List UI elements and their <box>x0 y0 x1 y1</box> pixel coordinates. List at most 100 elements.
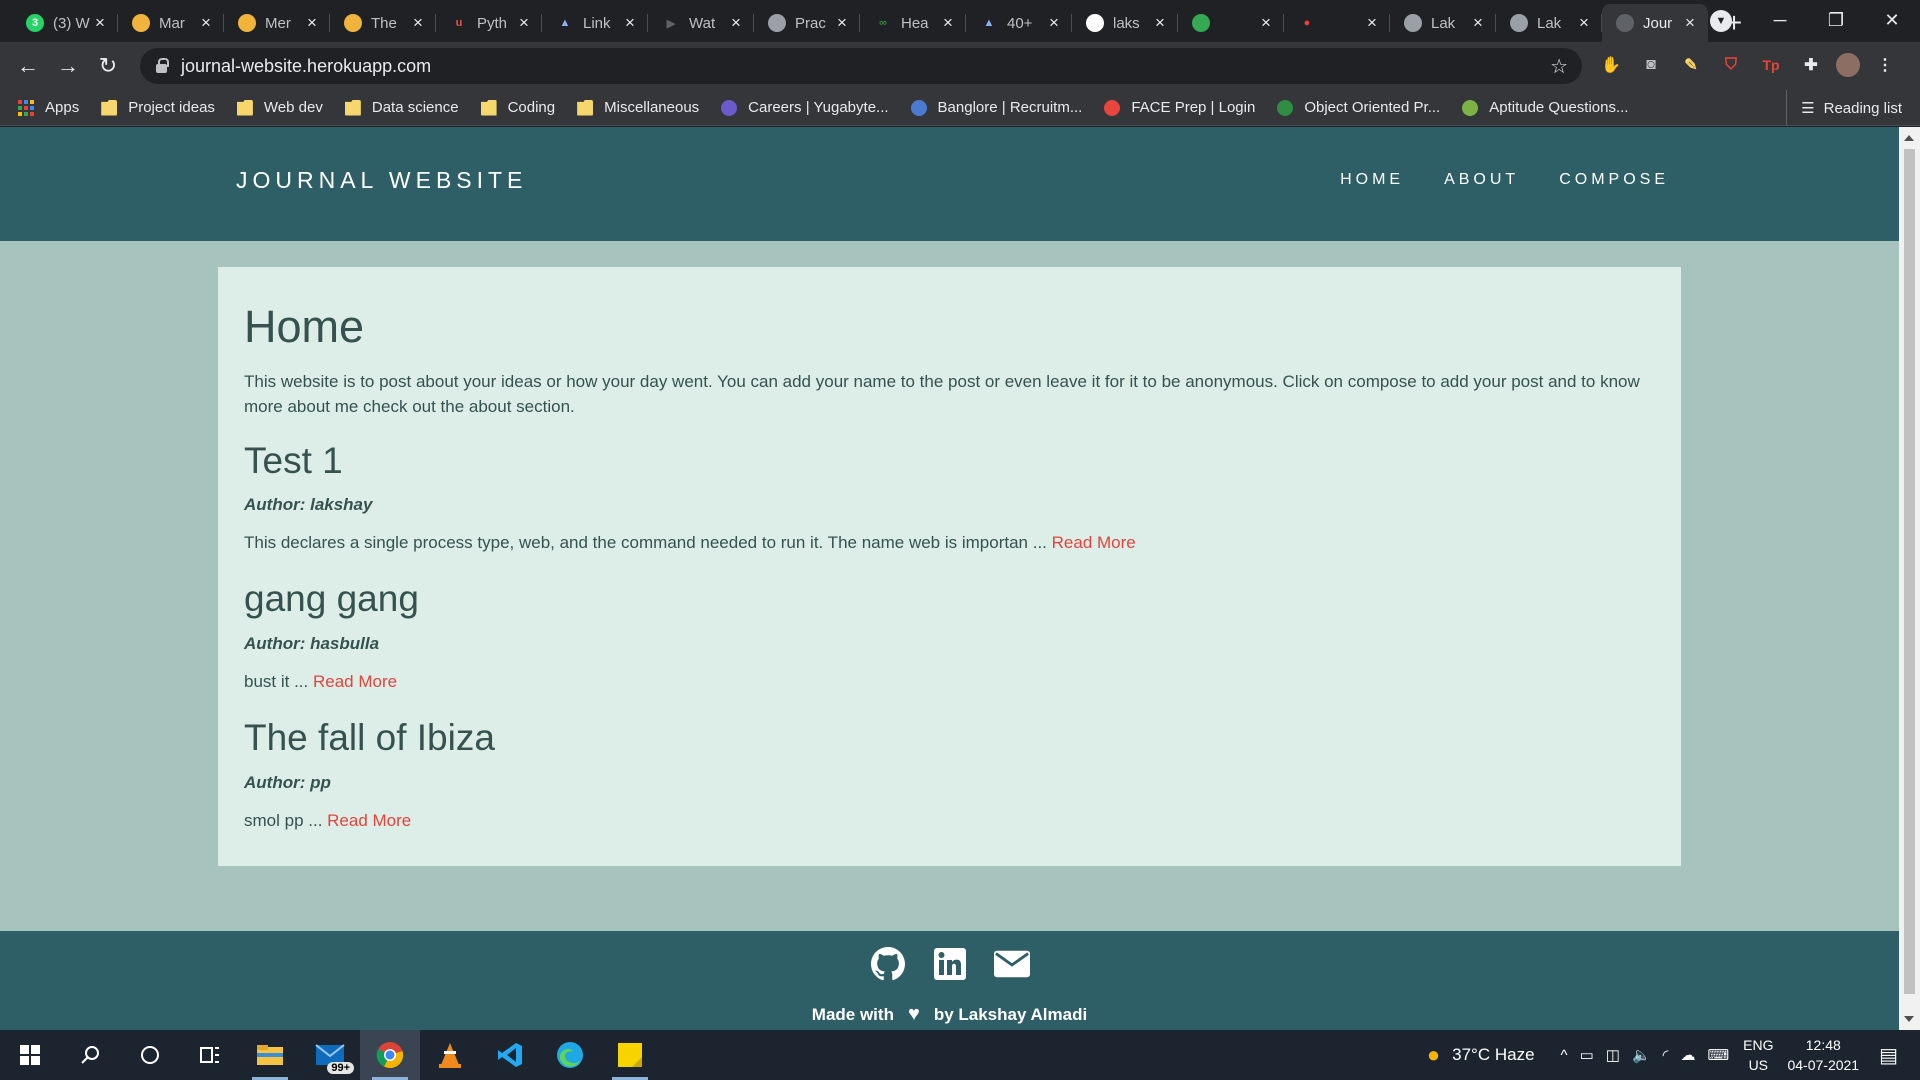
onedrive-cloud-icon[interactable]: ☁ <box>1680 1046 1695 1064</box>
highlighter-extension-icon[interactable]: ✎ <box>1676 50 1706 80</box>
edge-icon[interactable] <box>540 1030 600 1080</box>
weather-text[interactable]: 37°C Haze <box>1452 1045 1534 1065</box>
bookmark-item[interactable]: Miscellaneous <box>577 99 699 116</box>
bookmark-item[interactable]: Object Oriented Pr... <box>1277 99 1440 116</box>
bookmark-item[interactable]: Coding <box>480 99 555 116</box>
close-tab-icon[interactable]: × <box>834 13 850 33</box>
task-view-icon[interactable] <box>180 1030 240 1080</box>
scrollbar-thumb[interactable] <box>1904 149 1915 994</box>
nav-about-link[interactable]: ABOUT <box>1444 171 1519 189</box>
sticky-notes-icon[interactable] <box>600 1030 660 1080</box>
menu-kebab-icon[interactable]: ⋮ <box>1870 50 1900 80</box>
nav-compose-link[interactable]: COMPOSE <box>1559 171 1669 189</box>
tp-extension-icon[interactable]: Tp <box>1756 50 1786 80</box>
scroll-down-icon[interactable] <box>1904 1016 1914 1022</box>
browser-tab[interactable]: Lak × <box>1496 4 1602 42</box>
battery-icon[interactable]: ▭ <box>1580 1046 1594 1064</box>
mail-app-icon[interactable]: 99+ <box>300 1030 360 1080</box>
browser-tab[interactable]: Lak × <box>1390 4 1496 42</box>
weather-icon[interactable]: ● <box>1427 1042 1440 1068</box>
browser-tab[interactable]: ▲ 40+ × <box>966 4 1072 42</box>
bookmark-item[interactable]: Careers | Yugabyte... <box>721 99 889 116</box>
close-tab-icon[interactable]: × <box>1258 13 1274 33</box>
restore-icon[interactable]: ❐ <box>1808 10 1864 31</box>
lock-icon[interactable] <box>156 58 169 73</box>
adblock-extension-icon[interactable]: ✋ <box>1596 50 1626 80</box>
page-scrollbar[interactable] <box>1899 127 1920 1030</box>
browser-tab[interactable]: ▶ Wat × <box>648 4 754 42</box>
read-more-link[interactable]: Read More <box>1052 533 1136 552</box>
browser-tab[interactable]: laks × <box>1072 4 1178 42</box>
bookmark-item[interactable]: Web dev <box>236 99 323 116</box>
windows-start-icon[interactable] <box>0 1030 60 1080</box>
nav-home-link[interactable]: HOME <box>1340 171 1404 189</box>
github-icon[interactable] <box>870 947 906 981</box>
camera-extension-icon[interactable]: ◙ <box>1636 50 1666 80</box>
wifi-icon[interactable]: ◜ <box>1663 1046 1669 1064</box>
puzzle-extensions-icon[interactable]: ✚ <box>1796 50 1826 80</box>
chrome-taskbar-icon[interactable] <box>360 1030 420 1080</box>
close-tab-icon[interactable]: × <box>1152 13 1168 33</box>
close-tab-icon[interactable]: × <box>940 13 956 33</box>
browser-tab[interactable]: 3 (3) W × <box>12 4 118 42</box>
close-tab-icon[interactable]: × <box>92 13 108 33</box>
tab-search-icon[interactable]: ▼ <box>1710 10 1732 32</box>
browser-tab[interactable]: Mar × <box>118 4 224 42</box>
bookmark-item[interactable]: Project ideas <box>101 99 215 116</box>
reading-list-button[interactable]: ☰ Reading list <box>1786 90 1902 126</box>
pocket-extension-icon[interactable]: ⛉ <box>1716 50 1746 80</box>
mail-icon[interactable] <box>993 947 1030 981</box>
chevron-up-icon[interactable]: ^ <box>1561 1047 1568 1064</box>
close-tab-icon[interactable]: × <box>622 13 638 33</box>
browser-tab[interactable]: ∞ Hea × <box>860 4 966 42</box>
close-window-icon[interactable]: ✕ <box>1864 10 1920 31</box>
back-arrow-icon[interactable]: ← <box>8 46 48 86</box>
scroll-up-icon[interactable] <box>1904 135 1914 141</box>
keyboard-icon[interactable]: ⌨ <box>1707 1046 1729 1064</box>
volume-icon[interactable]: 🔈 <box>1632 1046 1651 1064</box>
close-tab-icon[interactable]: × <box>1576 13 1592 33</box>
bookmark-item[interactable]: Aptitude Questions... <box>1462 99 1628 116</box>
profile-avatar[interactable] <box>1836 53 1860 77</box>
close-tab-icon[interactable]: × <box>728 13 744 33</box>
cortana-icon[interactable] <box>120 1030 180 1080</box>
forward-arrow-icon[interactable]: → <box>48 46 88 86</box>
close-tab-icon[interactable]: × <box>1046 13 1062 33</box>
bookmark-item[interactable]: Data science <box>344 99 459 116</box>
tab-title: Jour <box>1643 14 1673 32</box>
close-tab-icon[interactable]: × <box>304 13 320 33</box>
close-tab-icon[interactable]: × <box>198 13 214 33</box>
browser-tab[interactable]: × <box>1178 4 1284 42</box>
linkedin-icon[interactable] <box>932 947 968 981</box>
browser-tab[interactable]: ▲ Link × <box>542 4 648 42</box>
read-more-link[interactable]: Read More <box>313 672 397 691</box>
reload-icon[interactable]: ↻ <box>88 46 128 86</box>
address-bar[interactable]: journal-website.herokuapp.com ☆ <box>140 48 1582 84</box>
browser-tab[interactable]: u Pyth × <box>436 4 542 42</box>
vlc-icon[interactable] <box>420 1030 480 1080</box>
bookmark-item[interactable]: Apps <box>18 99 79 116</box>
search-icon[interactable] <box>60 1030 120 1080</box>
browser-tab[interactable]: Prac × <box>754 4 860 42</box>
vscode-icon[interactable] <box>480 1030 540 1080</box>
bookmark-item[interactable]: Banglore | Recruitm... <box>910 99 1082 116</box>
bookmark-star-icon[interactable]: ☆ <box>1550 54 1568 79</box>
bookmark-item[interactable]: FACE Prep | Login <box>1104 99 1255 116</box>
browser-tab[interactable]: The × <box>330 4 436 42</box>
close-tab-icon[interactable]: × <box>1682 13 1698 33</box>
close-tab-icon[interactable]: × <box>516 13 532 33</box>
language-indicator[interactable]: ENG US <box>1743 1035 1773 1075</box>
display-icon[interactable]: ◫ <box>1606 1046 1620 1064</box>
browser-tab[interactable]: ● × <box>1284 4 1390 42</box>
browser-tab[interactable]: Mer × <box>224 4 330 42</box>
read-more-link[interactable]: Read More <box>327 811 411 830</box>
browser-tab[interactable]: Jour × <box>1602 4 1708 42</box>
close-tab-icon[interactable]: × <box>1364 13 1380 33</box>
close-tab-icon[interactable]: × <box>1470 13 1486 33</box>
site-brand[interactable]: JOURNAL WEBSITE <box>236 167 527 194</box>
minimize-icon[interactable]: ─ <box>1752 10 1808 31</box>
file-explorer-icon[interactable] <box>240 1030 300 1080</box>
action-center-icon[interactable]: ▤ <box>1879 1043 1898 1068</box>
clock[interactable]: 12:48 04-07-2021 <box>1787 1035 1859 1075</box>
close-tab-icon[interactable]: × <box>410 13 426 33</box>
